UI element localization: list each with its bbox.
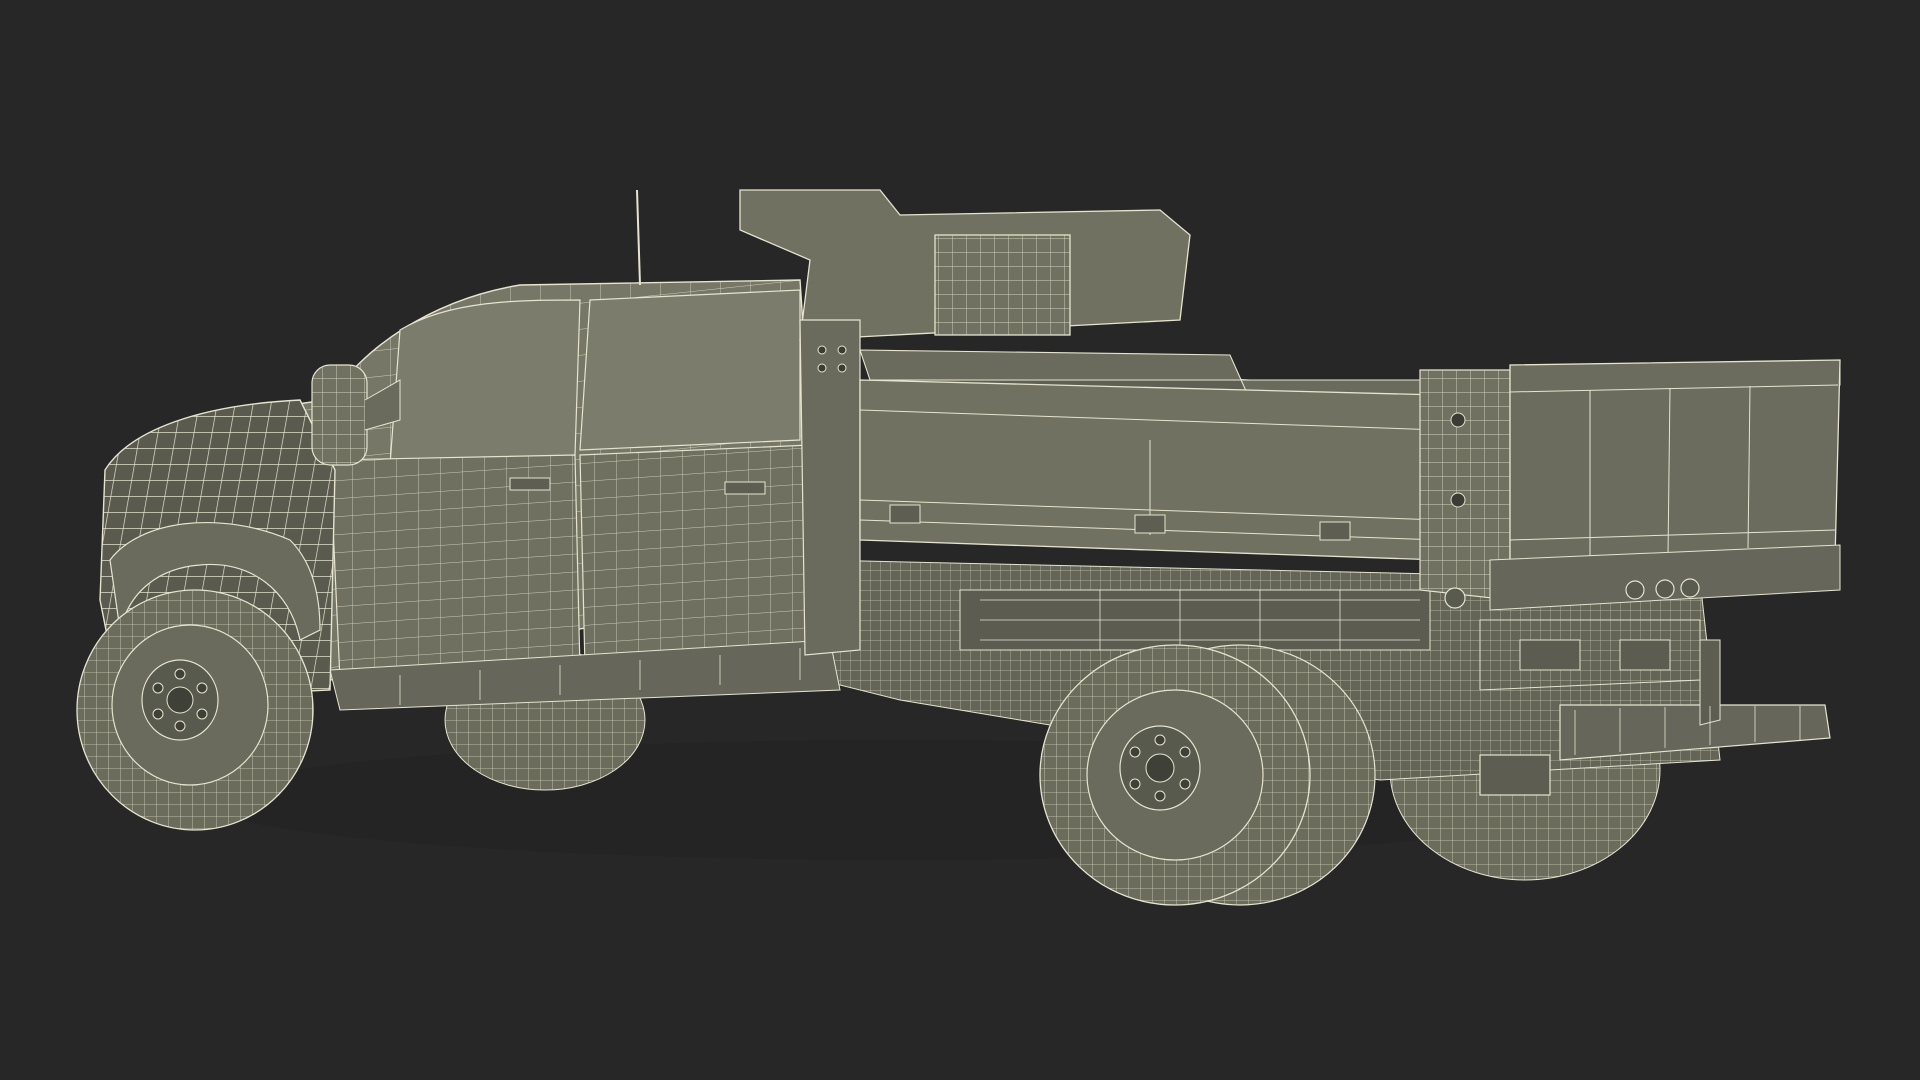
antenna	[636, 189, 641, 286]
front-window	[389, 299, 581, 466]
front-door-handle	[509, 477, 551, 491]
front-near-wheel	[76, 589, 314, 831]
rear-near-wheel	[1039, 644, 1376, 906]
rear-window	[579, 289, 801, 451]
rear-door	[579, 444, 821, 669]
render-viewport	[0, 0, 1920, 1080]
truck-wireframe-render	[76, 189, 1841, 906]
rear-door-handle	[724, 481, 766, 495]
rear-lights	[1479, 619, 1701, 691]
protector-mesh-window	[934, 234, 1071, 336]
